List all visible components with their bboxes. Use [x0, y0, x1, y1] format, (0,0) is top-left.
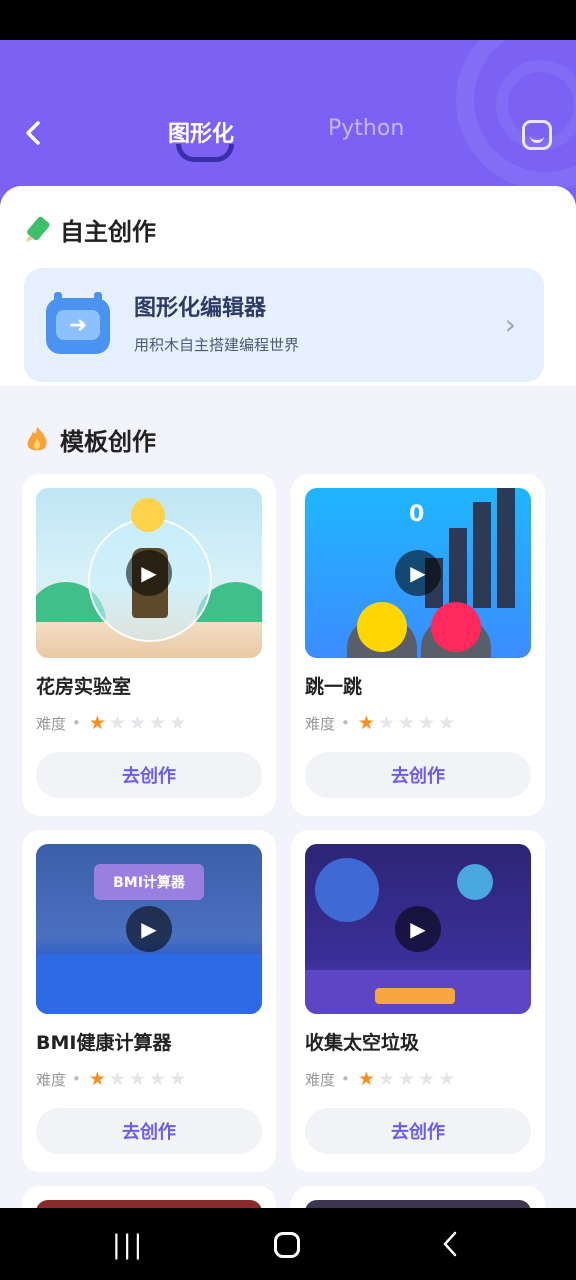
- difficulty-stars: ★ ★ ★ ★ ★: [89, 1068, 189, 1090]
- template-card[interactable]: ▶ 收集太空垃圾 难度 • ★ ★ ★ ★ ★ 去创作: [291, 830, 545, 1172]
- star-icon: ★: [169, 1068, 187, 1090]
- section-self-create: 自主创作: [22, 212, 156, 247]
- template-card[interactable]: [291, 1186, 545, 1208]
- gym-floor: [36, 954, 262, 1014]
- difficulty-label: 难度: [305, 714, 336, 733]
- card-title: BMI健康计算器: [36, 1032, 172, 1054]
- template-card[interactable]: BMI计算器 ▶ BMI健康计算器 难度 • ★ ★ ★ ★ ★ 去创作: [22, 830, 276, 1172]
- difficulty-row: 难度 • ★ ★ ★ ★ ★: [305, 712, 458, 734]
- star-icon: ★: [128, 712, 147, 734]
- create-button[interactable]: 去创作: [305, 1108, 531, 1154]
- tab-active-indicator: [176, 144, 234, 162]
- star-icon: ★: [88, 712, 106, 734]
- system-nav-bar: |||: [0, 1208, 576, 1280]
- header: 图形化 Python: [0, 40, 576, 210]
- template-card[interactable]: ▶ 花房实验室 难度 • ★ ★ ★ ★ ★ 去创作: [22, 474, 276, 816]
- star-icon: ★: [418, 712, 436, 734]
- content-sheet: 自主创作 ➜ 图形化编辑器 用积木自主搭建编程世界 › 模板创作 ▶ 花房实验室…: [0, 186, 576, 1208]
- share-icon[interactable]: [522, 120, 552, 150]
- sun: [131, 498, 165, 532]
- recent-apps-icon[interactable]: |||: [112, 1230, 144, 1260]
- template-card[interactable]: 0 ▶ 跳一跳 难度 • ★ ★ ★ ★ ★ 去创作: [291, 474, 545, 816]
- star-icon: ★: [438, 1068, 456, 1090]
- section-title: 模板创作: [60, 428, 156, 456]
- star-icon: ★: [128, 1068, 147, 1090]
- create-button[interactable]: 去创作: [36, 752, 262, 798]
- template-thumbnail[interactable]: [305, 1200, 531, 1208]
- create-button[interactable]: 去创作: [36, 1108, 262, 1154]
- fire-icon: [27, 426, 47, 450]
- editor-subtitle: 用积木自主搭建编程世界: [134, 336, 300, 354]
- difficulty-stars: ★ ★ ★ ★ ★: [358, 1068, 458, 1090]
- template-thumbnail[interactable]: ▶: [305, 844, 531, 1014]
- star-icon: ★: [357, 1068, 375, 1090]
- chevron-right-icon: ›: [504, 308, 516, 341]
- star-icon: ★: [418, 1068, 436, 1090]
- star-icon: ★: [88, 1068, 106, 1090]
- play-icon[interactable]: ▶: [126, 550, 172, 596]
- editor-title: 图形化编辑器: [134, 296, 267, 321]
- difficulty-label: 难度: [36, 714, 67, 733]
- section-templates: 模板创作: [22, 422, 156, 457]
- tab-python[interactable]: Python: [328, 116, 404, 141]
- earth: [457, 864, 493, 900]
- star-icon: ★: [357, 712, 375, 734]
- difficulty-label: 难度: [36, 1070, 67, 1089]
- pillar: [473, 502, 491, 608]
- graphical-editor-card[interactable]: ➜ 图形化编辑器 用积木自主搭建编程世界 ›: [24, 268, 544, 382]
- red-button: [431, 602, 481, 652]
- pillar: [497, 488, 515, 608]
- planet: [315, 858, 379, 922]
- home-icon[interactable]: [274, 1232, 300, 1258]
- star-icon: ★: [397, 1068, 416, 1090]
- pillar: [449, 528, 467, 608]
- arrow-right-icon: ➜: [56, 310, 100, 340]
- star-icon: ★: [149, 1068, 167, 1090]
- difficulty-row: 难度 • ★ ★ ★ ★ ★: [305, 1068, 458, 1090]
- star-icon: ★: [169, 712, 187, 734]
- back-nav-icon[interactable]: [440, 1230, 460, 1265]
- progress-bar: [375, 988, 455, 1004]
- difficulty-stars: ★ ★ ★ ★ ★: [358, 712, 458, 734]
- section-title: 自主创作: [60, 218, 156, 246]
- template-thumbnail[interactable]: 0 ▶: [305, 488, 531, 658]
- star-icon: ★: [377, 1068, 395, 1090]
- editor-icon: ➜: [46, 292, 110, 354]
- star-icon: ★: [108, 712, 126, 734]
- template-thumbnail[interactable]: [36, 1200, 262, 1208]
- difficulty-row: 难度 • ★ ★ ★ ★ ★: [36, 712, 189, 734]
- play-icon[interactable]: ▶: [395, 550, 441, 596]
- score-text: 0: [409, 502, 425, 527]
- star-icon: ★: [108, 1068, 126, 1090]
- card-title: 收集太空垃圾: [305, 1032, 420, 1054]
- create-button[interactable]: 去创作: [305, 752, 531, 798]
- play-icon[interactable]: ▶: [126, 906, 172, 952]
- card-title: 跳一跳: [305, 676, 363, 698]
- difficulty-row: 难度 • ★ ★ ★ ★ ★: [36, 1068, 189, 1090]
- difficulty-stars: ★ ★ ★ ★ ★: [89, 712, 189, 734]
- chevron-left-icon: [26, 121, 40, 145]
- yellow-button: [357, 602, 407, 652]
- star-icon: ★: [397, 712, 416, 734]
- status-bar: [0, 0, 576, 40]
- pencil-icon: [26, 216, 50, 242]
- template-card[interactable]: [22, 1186, 276, 1208]
- back-button[interactable]: [18, 118, 48, 148]
- card-title: 花房实验室: [36, 676, 132, 698]
- template-thumbnail[interactable]: ▶: [36, 488, 262, 658]
- difficulty-label: 难度: [305, 1070, 336, 1089]
- play-icon[interactable]: ▶: [395, 906, 441, 952]
- chevron-left-icon: [443, 1231, 457, 1257]
- star-icon: ★: [149, 712, 167, 734]
- bmi-sign: BMI计算器: [94, 864, 204, 900]
- template-thumbnail[interactable]: BMI计算器 ▶: [36, 844, 262, 1014]
- star-icon: ★: [438, 712, 456, 734]
- star-icon: ★: [377, 712, 395, 734]
